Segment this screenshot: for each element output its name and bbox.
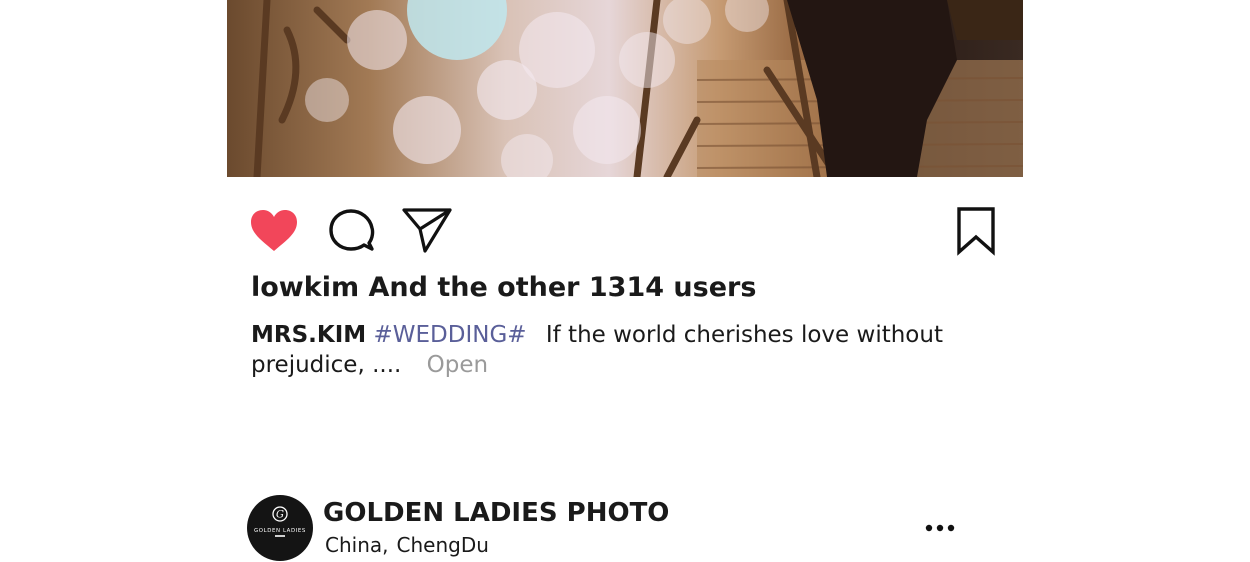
heart-icon[interactable]	[249, 209, 299, 253]
caption-open-link[interactable]: Open	[427, 352, 488, 378]
location-country: China	[325, 533, 383, 557]
account-avatar[interactable]: G GOLDEN LADIES	[247, 495, 313, 561]
post-caption: MRS.KIM #WEDDING# If the world cherishes…	[251, 320, 971, 380]
likes-user[interactable]: lowkim	[251, 272, 359, 303]
bookmark-icon[interactable]	[955, 206, 997, 256]
caption-author[interactable]: MRS.KIM	[251, 322, 366, 348]
likes-summary[interactable]: lowkim And the other 1314 users	[251, 272, 756, 303]
account-location[interactable]: China, ChengDu	[325, 533, 489, 557]
more-dots-icon[interactable]	[925, 522, 955, 534]
location-separator: ,	[382, 533, 389, 557]
svg-text:G: G	[276, 510, 284, 521]
svg-text:GOLDEN LADIES: GOLDEN LADIES	[254, 528, 306, 534]
caption-hashtag[interactable]: #WEDDING#	[373, 322, 526, 348]
location-city: ChengDu	[396, 533, 489, 557]
comment-icon[interactable]	[327, 207, 375, 255]
account-name[interactable]: GOLDEN LADIES PHOTO	[323, 498, 669, 528]
post-photo[interactable]	[227, 0, 1023, 177]
send-icon[interactable]	[401, 207, 453, 253]
brand-logo: G GOLDEN LADIES	[254, 506, 306, 537]
photo-bokeh	[253, 0, 1023, 177]
likes-count-text: And the other 1314 users	[368, 272, 757, 303]
